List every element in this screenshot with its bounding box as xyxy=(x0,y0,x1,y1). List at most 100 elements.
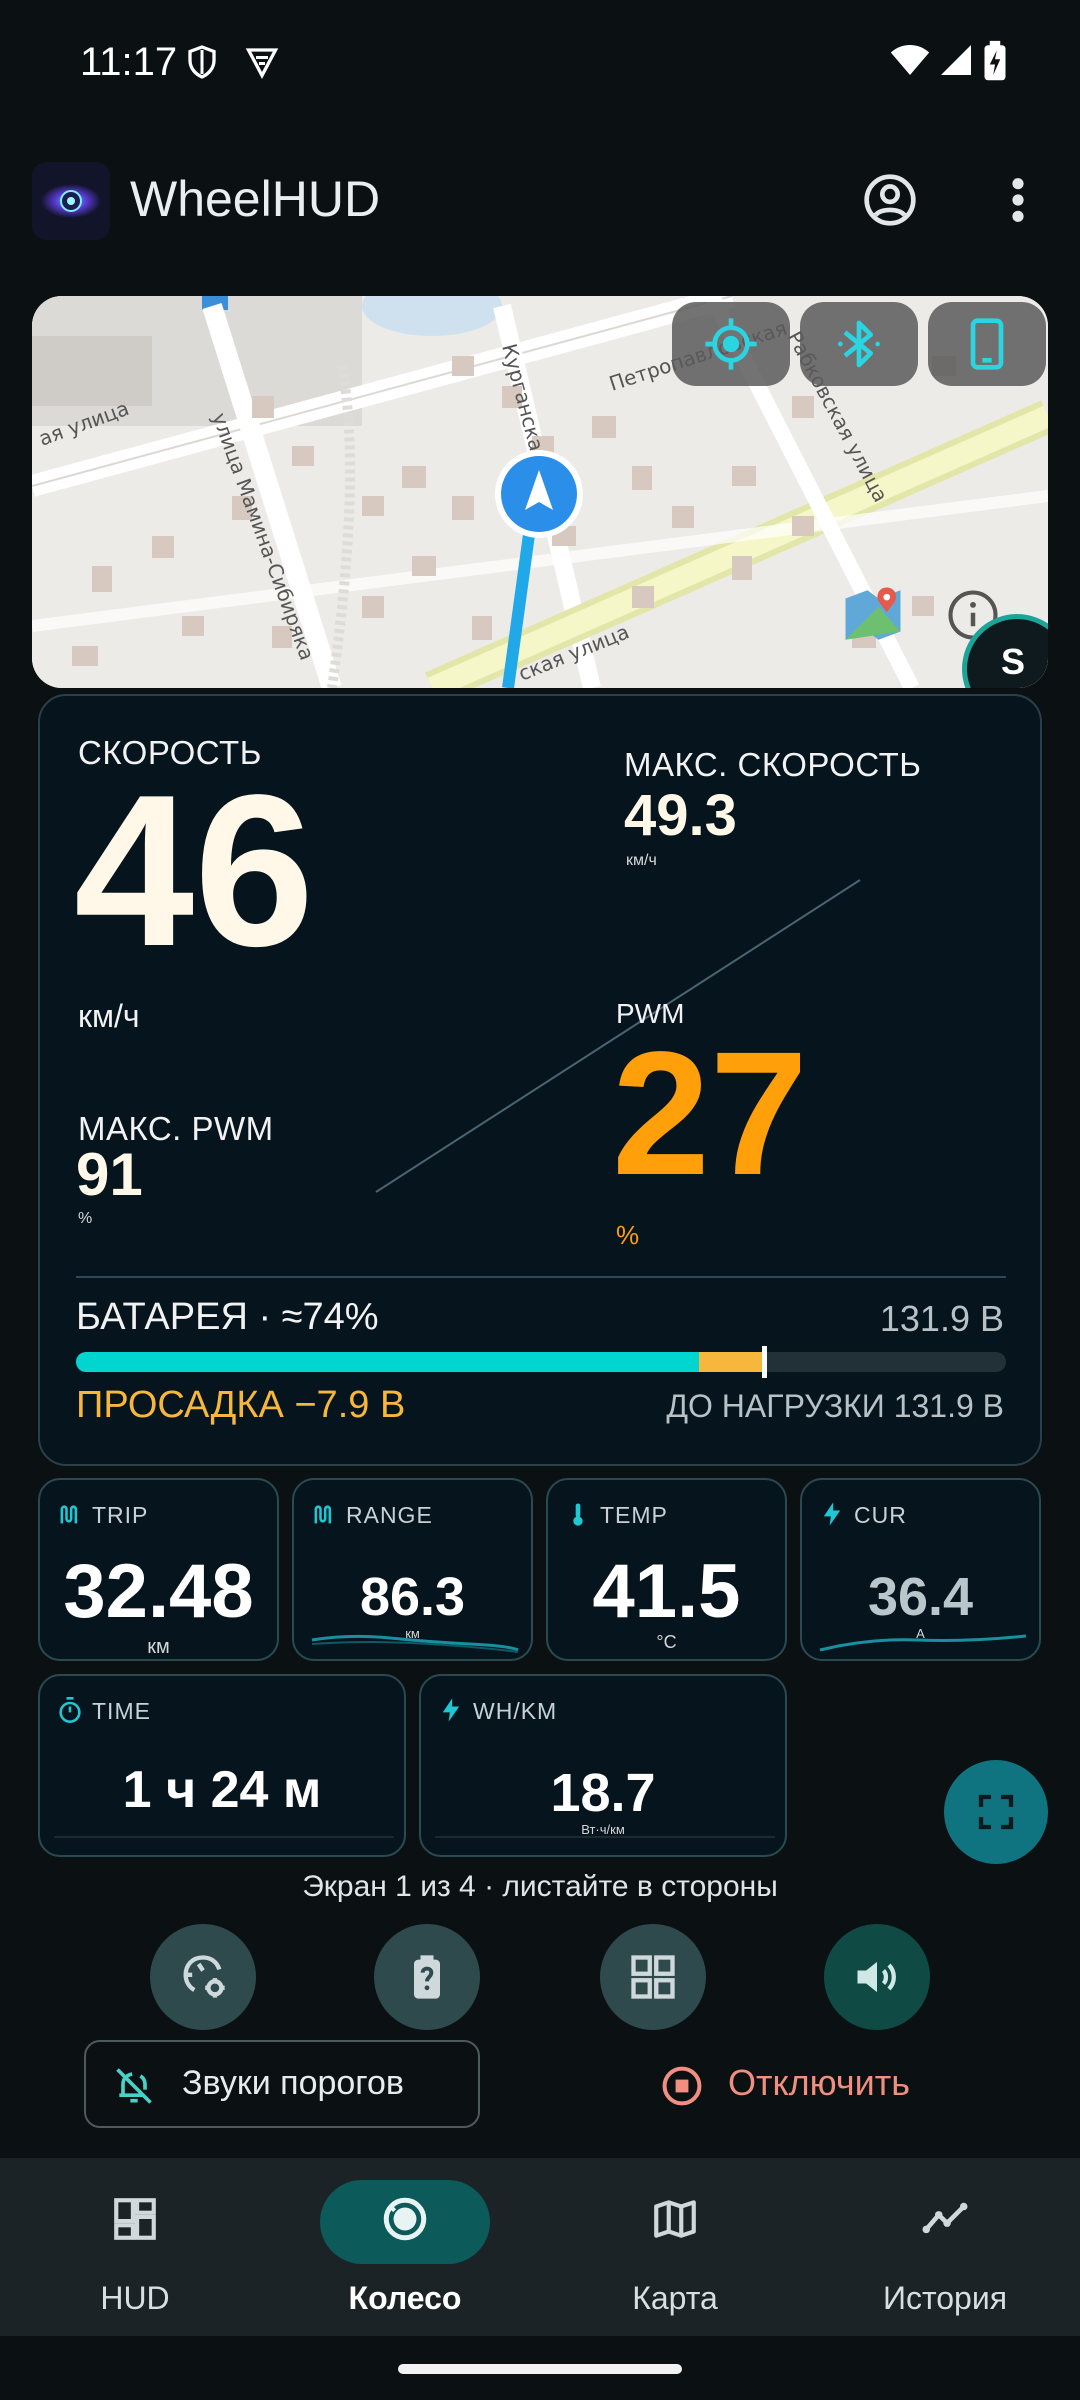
map-badge-label: S xyxy=(1001,641,1026,682)
tile-temp[interactable]: TEMP 41.5 °C xyxy=(546,1478,787,1661)
fullscreen-button[interactable] xyxy=(944,1760,1048,1864)
tile-time-baseline xyxy=(54,1836,394,1838)
battery-voltage: 131.9 В xyxy=(879,1298,1004,1339)
wheel-settings-icon xyxy=(183,1955,225,1998)
max-speed-value: 49.3 xyxy=(624,783,737,848)
vpn-icon xyxy=(245,48,279,80)
tile-trip-label: TRIP xyxy=(92,1502,149,1528)
tile-current[interactable]: CUR 36.4 A xyxy=(800,1478,1041,1661)
phone-button[interactable] xyxy=(928,302,1046,386)
bluetooth-button[interactable] xyxy=(800,302,918,386)
tile-whkm-baseline xyxy=(435,1836,775,1838)
layout-grid-button[interactable] xyxy=(600,1924,706,2030)
status-bar: 11:17 xyxy=(0,0,1080,130)
battery-level-fill xyxy=(76,1352,699,1372)
battery-bar xyxy=(76,1346,1006,1378)
battery-info-button[interactable] xyxy=(374,1924,480,2030)
tile-current-value: 36.4 xyxy=(867,1567,974,1627)
dashboard-icon xyxy=(114,2198,156,2240)
nav-item-wheel[interactable]: Колесо xyxy=(270,2158,540,2336)
tile-trip[interactable]: TRIP 32.48 км xyxy=(38,1478,279,1661)
battery-label: БАТАРЕЯ · ≈74% xyxy=(76,1296,379,1338)
volume-up-icon xyxy=(857,1961,896,1993)
speed-card: СКОРОСТЬ 46 км/ч МАКС. СКОРОСТЬ 49.3 км/… xyxy=(38,694,1042,1466)
bolt-icon xyxy=(442,1698,460,1722)
bolt-icon xyxy=(823,1502,841,1526)
tile-range[interactable]: RANGE 86.3 км xyxy=(292,1478,533,1661)
tile-temp-label: TEMP xyxy=(600,1502,668,1528)
map-view[interactable]: ая улица улица Мамина-Сибиряка Курганска… xyxy=(32,296,1048,688)
maps-app-icon[interactable] xyxy=(840,582,906,648)
nav-label-map: Карта xyxy=(632,2280,718,2316)
history-icon xyxy=(922,2202,968,2234)
notifications-off-icon xyxy=(116,2068,152,2104)
fullscreen-icon xyxy=(978,1794,1014,1830)
tile-range-value: 86.3 xyxy=(359,1567,466,1627)
shield-icon xyxy=(188,45,216,79)
wheel-settings-button[interactable] xyxy=(150,1924,256,2030)
threshold-sounds-label: Звуки порогов xyxy=(182,2064,404,2102)
speed-unit: км/ч xyxy=(78,998,140,1034)
no-load-voltage: ДО НАГРУЗКИ 131.9 В xyxy=(666,1388,1004,1424)
tile-temp-value: 41.5 xyxy=(592,1549,741,1634)
gps-fixed-icon xyxy=(705,318,757,370)
locate-button[interactable] xyxy=(672,302,790,386)
nav-item-map[interactable]: Карта xyxy=(540,2158,810,2336)
more-vert-icon[interactable] xyxy=(1000,172,1036,228)
disconnect-button[interactable]: Отключить xyxy=(660,2050,960,2120)
tile-range-sparkline xyxy=(311,1634,519,1653)
tile-wh-per-km[interactable]: WH/KM 18.7 Вт·ч/км xyxy=(419,1674,787,1857)
cell-signal-icon xyxy=(941,45,971,75)
app-logo xyxy=(32,162,110,240)
home-indicator[interactable] xyxy=(398,2364,682,2374)
app-bar: WheelHUD xyxy=(0,150,1080,260)
tile-temp-unit: °C xyxy=(656,1632,677,1652)
wifi-icon xyxy=(890,45,930,75)
timer-icon xyxy=(59,1697,81,1723)
thermometer-icon xyxy=(573,1503,583,1526)
nav-label-wheel: Колесо xyxy=(348,2280,462,2316)
bluetooth-icon xyxy=(838,320,880,368)
battery-sag-fill xyxy=(699,1352,764,1372)
tile-current-sparkline xyxy=(819,1634,1027,1652)
app-title: WheelHUD xyxy=(130,171,381,227)
battery-unknown-icon xyxy=(414,1955,440,1999)
tile-time-label: TIME xyxy=(92,1698,151,1724)
tile-trip-unit: км xyxy=(147,1636,170,1658)
tile-whkm-unit: Вт·ч/км xyxy=(581,1822,625,1837)
grid-icon xyxy=(631,1955,675,1999)
threshold-sounds-button[interactable]: Звуки порогов xyxy=(84,2040,480,2128)
odometer-icon xyxy=(314,1505,332,1524)
tile-whkm-label: WH/KM xyxy=(473,1698,558,1724)
tile-time[interactable]: TIME 1 ч 24 м xyxy=(38,1674,406,1857)
max-speed-label: МАКС. СКОРОСТЬ xyxy=(624,746,922,783)
max-pwm-value: 91 xyxy=(76,1141,143,1208)
wheel-icon xyxy=(383,2197,427,2241)
section-divider xyxy=(76,1276,1006,1278)
tile-current-label: CUR xyxy=(854,1502,907,1528)
disconnect-label: Отключить xyxy=(728,2062,910,2103)
account-icon[interactable] xyxy=(862,172,918,228)
nav-label-history: История xyxy=(882,2280,1008,2316)
max-pwm-unit: % xyxy=(78,1210,93,1227)
speed-value: 46 xyxy=(74,749,315,991)
sag-label: ПРОСАДКА −7.9 В xyxy=(76,1384,406,1426)
phone-icon xyxy=(970,318,1004,370)
map-icon xyxy=(654,2200,696,2238)
nav-item-hud[interactable]: HUD xyxy=(0,2158,270,2336)
tile-whkm-value: 18.7 xyxy=(550,1763,656,1823)
nav-item-history[interactable]: История xyxy=(810,2158,1080,2336)
status-time: 11:17 xyxy=(80,40,178,84)
pwm-value: 27 xyxy=(612,1016,808,1212)
tile-time-value: 1 ч 24 м xyxy=(122,1761,322,1819)
odometer-icon xyxy=(60,1505,78,1524)
nav-label-hud: HUD xyxy=(100,2280,170,2316)
max-speed-unit: км/ч xyxy=(626,852,657,869)
location-arrow-icon xyxy=(495,450,583,538)
battery-charging-icon xyxy=(984,40,1006,81)
tile-range-label: RANGE xyxy=(346,1502,433,1528)
pwm-unit: % xyxy=(616,1220,640,1250)
volume-button[interactable] xyxy=(824,1924,930,2030)
stop-circle-icon xyxy=(662,2066,702,2106)
battery-no-load-marker xyxy=(762,1346,767,1378)
